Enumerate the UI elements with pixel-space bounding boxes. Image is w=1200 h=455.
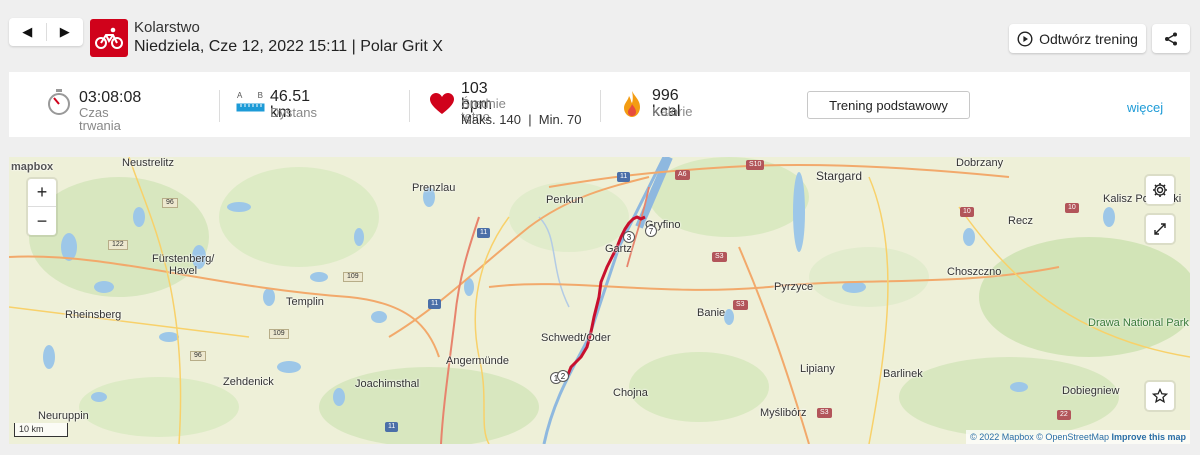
zoom-control: + − (28, 179, 56, 235)
place-label: Lipiany (800, 363, 835, 375)
road-shield: 11 (477, 228, 491, 238)
road-shield: S3 (712, 252, 727, 262)
share-button[interactable] (1152, 24, 1190, 53)
replay-training-label: Odtwórz trening (1039, 30, 1138, 47)
duration-value: 03:08:08 (79, 89, 142, 106)
lap-marker[interactable]: 3 (623, 231, 635, 243)
place-label: Chojna (613, 387, 648, 399)
place-label: Barlinek (883, 368, 923, 380)
place-label: Prenzlau (412, 182, 456, 194)
improve-map-link[interactable]: Improve this map (1111, 432, 1186, 442)
workout-summary: 03:08:08 Czas trwania A B 46.51 km Dysta… (9, 72, 1190, 137)
mapbox-copyright-link[interactable]: © 2022 Mapbox (970, 432, 1034, 442)
place-label: Neustrelitz (122, 157, 174, 169)
road-shield: 109 (343, 272, 363, 282)
road-shield: 96 (190, 351, 206, 361)
place-label: Choszczno (947, 266, 1002, 278)
road-shield: S3 (817, 408, 832, 418)
star-icon (1152, 388, 1168, 404)
map-scale: 10 km (14, 423, 68, 437)
place-label: Fürstenberg/ (152, 253, 215, 265)
fullscreen-button[interactable] (1146, 215, 1174, 243)
previous-workout-button[interactable]: ◀ (9, 18, 46, 46)
play-circle-icon (1017, 30, 1033, 47)
cycling-icon (90, 19, 128, 57)
place-label: Stargard (816, 169, 863, 183)
road-shield: 109 (269, 329, 289, 339)
mapbox-logo[interactable]: mapbox (11, 161, 53, 173)
place-label: Recz (1008, 215, 1034, 227)
calories-label: Kalorie (652, 104, 693, 119)
heart-rate-max-min: Maks. 140 | Min. 70 (461, 112, 582, 127)
divider (600, 90, 601, 122)
lap-marker[interactable]: 7 (645, 225, 657, 237)
sport-name: Kolarstwo (134, 19, 200, 36)
heart-icon (430, 93, 454, 114)
place-label: Myślibórz (760, 407, 807, 419)
gear-icon (1153, 183, 1167, 197)
road-shield: A6 (675, 170, 690, 180)
place-label: Zehdenick (223, 376, 274, 388)
map-terrain (9, 157, 1190, 444)
place-label: Dobrzany (956, 157, 1004, 169)
point-b-label: B (257, 91, 263, 100)
road-shield: 10 (1065, 203, 1079, 213)
place-label: Banie (697, 307, 726, 319)
place-label: Penkun (546, 194, 584, 206)
next-workout-button[interactable]: ▶ (47, 18, 84, 46)
workout-date-device: Niedziela, Cze 12, 2022 15:11 | Polar Gr… (134, 38, 443, 55)
place-label: Templin (286, 296, 324, 308)
duration-label: Czas trwania (79, 105, 121, 133)
map-settings-button[interactable] (1146, 176, 1174, 204)
ruler-bar-icon (236, 103, 265, 112)
road-shield: 122 (108, 240, 128, 250)
place-label: Joachimsthal (355, 378, 420, 390)
workout-header: ◀ ▶ Kolarstwo Niedziela, Cze 12, 2022 15… (0, 0, 1200, 70)
map-attribution: © 2022 Mapbox © OpenStreetMap Improve th… (966, 430, 1190, 444)
place-label: Dobiegniew (1062, 385, 1120, 397)
road-shield: 96 (162, 198, 178, 208)
road-shield: 11 (428, 299, 442, 309)
more-link[interactable]: więcej (1127, 100, 1163, 115)
road-shield: 11 (617, 172, 631, 182)
divider (219, 90, 220, 122)
expand-icon (1154, 223, 1166, 235)
osm-copyright-link[interactable]: © OpenStreetMap (1036, 432, 1109, 442)
zoom-out-button[interactable]: − (28, 207, 56, 235)
place-label: Angermünde (446, 355, 509, 367)
replay-training-button[interactable]: Odtwórz trening (1009, 24, 1146, 53)
share-icon (1165, 32, 1177, 45)
point-a-label: A (237, 91, 243, 100)
road-shield: 22 (1057, 410, 1071, 420)
route-map[interactable]: mapbox Neustrelitz Prenzlau Penkun Starg… (9, 157, 1190, 444)
distance-label: Dystans (270, 105, 317, 120)
flame-icon (624, 91, 640, 117)
lap-marker[interactable]: 2 (557, 370, 569, 382)
place-label: Pyrzyce (774, 281, 814, 293)
place-label: Havel (169, 265, 198, 277)
place-label: Rheinsberg (65, 309, 122, 321)
favorite-button[interactable] (1146, 382, 1174, 410)
road-shield: S3 (733, 300, 748, 310)
divider (409, 90, 410, 122)
stopwatch-icon (48, 89, 70, 115)
place-label: Drawa National Park (1088, 317, 1189, 329)
ruler-icon: A B (236, 91, 264, 100)
road-shield: S10 (746, 160, 765, 170)
place-label: Gartz (605, 243, 632, 255)
workout-nav: ◀ ▶ (9, 18, 83, 46)
road-shield: 11 (385, 422, 399, 432)
zoom-in-button[interactable]: + (28, 179, 56, 207)
place-label: Neuruppin (38, 410, 89, 422)
road-shield: 10 (960, 207, 974, 217)
place-label: Schwedt/Oder (541, 332, 611, 344)
training-type-button[interactable]: Trening podstawowy (807, 91, 970, 119)
